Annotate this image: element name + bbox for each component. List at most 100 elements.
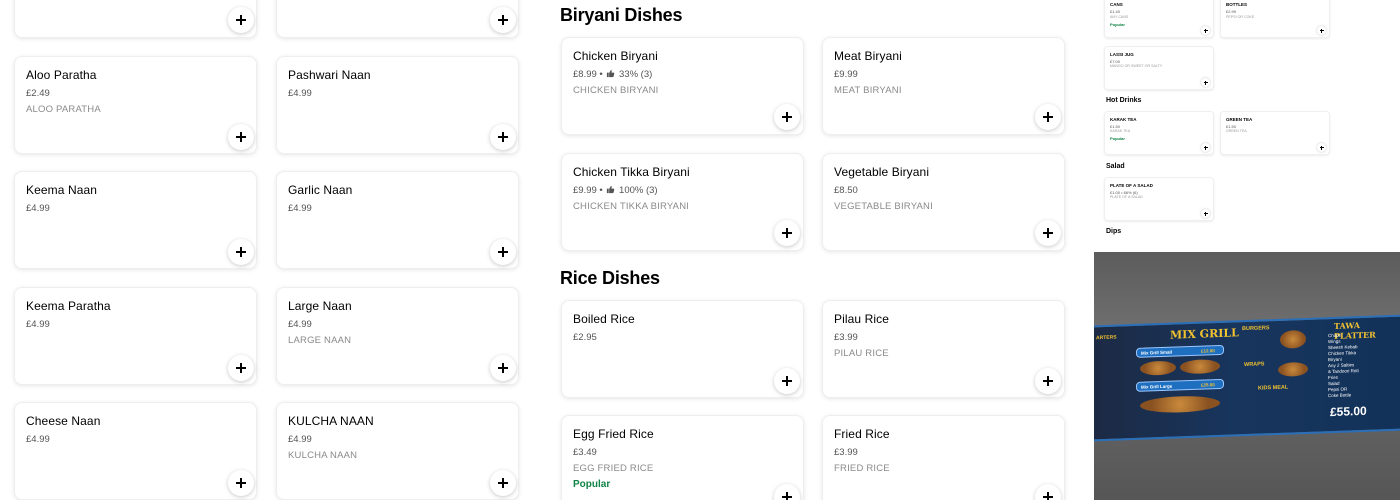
- add-item-button[interactable]: [1035, 220, 1061, 246]
- menu-item-card[interactable]: Fried Rice £3.99 FRIED RICE: [822, 415, 1065, 500]
- item-description: CHICKEN TIKKA BIRYANI: [573, 201, 690, 212]
- menu-item-card[interactable]: Vegetable Biryani £8.50 VEGETABLE BIRYAN…: [822, 153, 1065, 251]
- menu-item-card[interactable]: Large Naan £4.99 LARGE NAAN: [276, 287, 519, 385]
- thumbs-up-icon: [607, 185, 615, 194]
- add-item-button[interactable]: [228, 239, 254, 265]
- plus-icon: [236, 478, 246, 488]
- add-item-button[interactable]: [1035, 368, 1061, 394]
- item-description: ALOO PARATHA: [26, 104, 101, 115]
- mini-item-card[interactable]: GREEN TEA £1.50 GREEN TEA: [1220, 111, 1330, 155]
- plus-icon: [498, 15, 508, 25]
- mini-item-card[interactable]: CANS £1.40 ANY CANS Popular: [1104, 0, 1214, 38]
- menu-item-card[interactable]: KULCHA NAAN £4.99 KULCHA NAAN: [276, 402, 519, 500]
- menu-item-card[interactable]: Chicken Biryani £8.99 • 33% (3) CHICKEN …: [561, 37, 804, 135]
- item-rating: 100% (3): [619, 185, 658, 196]
- item-name: KULCHA NAAN: [288, 414, 374, 428]
- item-description: MEAT BIRYANI: [834, 85, 902, 96]
- plus-icon: [1319, 145, 1324, 150]
- popular-badge: Popular: [1110, 136, 1125, 141]
- add-item-button[interactable]: [490, 7, 516, 33]
- mini-item-description: KARAK TEA: [1110, 129, 1131, 133]
- menu-item-card[interactable]: [14, 0, 257, 38]
- mini-item-name: CANS: [1110, 2, 1123, 7]
- add-item-button[interactable]: [490, 124, 516, 150]
- add-item-button[interactable]: [1201, 26, 1210, 35]
- item-price: £4.99: [26, 434, 50, 445]
- add-item-button[interactable]: [228, 7, 254, 33]
- item-name: Large Naan: [288, 299, 352, 313]
- plus-icon: [498, 478, 508, 488]
- plus-icon: [782, 228, 792, 238]
- side-preview-panel: CANS £1.40 ANY CANS Popular BOTTLES £2.9…: [1094, 0, 1400, 252]
- item-description: PILAU RICE: [834, 348, 889, 359]
- board-mix-large: Mix Grill Large: [1141, 383, 1173, 390]
- board-title-wraps: WRAPS: [1244, 361, 1265, 369]
- section-title-biryani: Biryani Dishes: [560, 5, 683, 25]
- menu-item-card[interactable]: [276, 0, 519, 38]
- item-price: £9.99 • 100% (3): [573, 185, 658, 196]
- item-price: £8.99 • 33% (3): [573, 69, 652, 80]
- mini-item-card[interactable]: KARAK TEA £1.50 KARAK TEA Popular: [1104, 111, 1214, 155]
- add-item-button[interactable]: [228, 124, 254, 150]
- plus-icon: [236, 363, 246, 373]
- add-item-button[interactable]: [490, 239, 516, 265]
- section-title-rice: Rice Dishes: [560, 268, 660, 288]
- item-name: Fried Rice: [834, 427, 890, 441]
- item-price: £3.49: [573, 447, 597, 458]
- plus-icon: [782, 492, 792, 500]
- add-item-button[interactable]: [1201, 209, 1210, 218]
- item-price: £4.99: [288, 203, 312, 214]
- add-item-button[interactable]: [1317, 143, 1326, 152]
- item-description: EGG FRIED RICE: [573, 463, 654, 474]
- menu-item-card[interactable]: Cheese Naan £4.99: [14, 402, 257, 500]
- mini-item-name: PLATE OF A SALAD: [1110, 183, 1153, 188]
- add-item-button[interactable]: [774, 220, 800, 246]
- food-image: [1180, 358, 1220, 375]
- item-name: Chicken Biryani: [573, 49, 658, 63]
- plus-icon: [782, 376, 792, 386]
- item-price: £3.99: [834, 447, 858, 458]
- item-price: £4.99: [288, 319, 312, 330]
- board-mix-large-price: £25.00: [1201, 382, 1215, 388]
- menu-item-card[interactable]: Keema Naan £4.99: [14, 171, 257, 269]
- plus-icon: [1043, 228, 1053, 238]
- add-item-button[interactable]: [228, 355, 254, 381]
- food-image: [1278, 361, 1308, 377]
- menu-item-card[interactable]: Meat Biryani £9.99 MEAT BIRYANI: [822, 37, 1065, 135]
- menu-item-card[interactable]: Pilau Rice £3.99 PILAU RICE: [822, 300, 1065, 398]
- add-item-button[interactable]: [1201, 78, 1210, 87]
- plus-icon: [498, 363, 508, 373]
- food-image: [1280, 329, 1306, 349]
- plus-icon: [1319, 28, 1324, 33]
- item-price: £2.95: [573, 332, 597, 343]
- board-label-starters: ARTERS: [1096, 334, 1117, 342]
- menu-item-card[interactable]: Chicken Tikka Biryani £9.99 • 100% (3) C…: [561, 153, 804, 251]
- plus-icon: [498, 247, 508, 257]
- item-name: Boiled Rice: [573, 312, 635, 326]
- add-item-button[interactable]: [490, 355, 516, 381]
- add-item-button[interactable]: [1317, 26, 1326, 35]
- menu-item-card[interactable]: Boiled Rice £2.95: [561, 300, 804, 398]
- menu-item-card[interactable]: Garlic Naan £4.99: [276, 171, 519, 269]
- add-item-button[interactable]: [774, 368, 800, 394]
- menu-item-card[interactable]: Aloo Paratha £2.49 ALOO PARATHA: [14, 56, 257, 154]
- plus-icon: [782, 112, 792, 122]
- add-item-button[interactable]: [1201, 143, 1210, 152]
- mini-item-description: MANGO OR SWEET OR SALTY: [1110, 64, 1163, 68]
- mini-item-card[interactable]: BOTTLES £2.99 PEPSI OR COKE: [1220, 0, 1330, 38]
- mini-item-card[interactable]: LASSI JUG £7.00 MANGO OR SWEET OR SALTY: [1104, 46, 1214, 90]
- add-item-button[interactable]: [774, 484, 800, 500]
- add-item-button[interactable]: [490, 470, 516, 496]
- add-item-button[interactable]: [774, 104, 800, 130]
- menu-item-card[interactable]: Keema Paratha £4.99: [14, 287, 257, 385]
- menu-item-card[interactable]: Pashwari Naan £4.99: [276, 56, 519, 154]
- add-item-button[interactable]: [1035, 484, 1061, 500]
- mini-item-card[interactable]: PLATE OF A SALAD £1.00 • 66% (6) PLATE O…: [1104, 177, 1214, 221]
- mini-item-description: ANY CANS: [1110, 15, 1129, 19]
- add-item-button[interactable]: [1035, 104, 1061, 130]
- add-item-button[interactable]: [228, 470, 254, 496]
- menu-item-card[interactable]: Egg Fried Rice £3.49 EGG FRIED RICE Popu…: [561, 415, 804, 500]
- mini-item-price: £1.40: [1110, 9, 1121, 14]
- item-price: £4.99: [26, 319, 50, 330]
- plus-icon: [1043, 376, 1053, 386]
